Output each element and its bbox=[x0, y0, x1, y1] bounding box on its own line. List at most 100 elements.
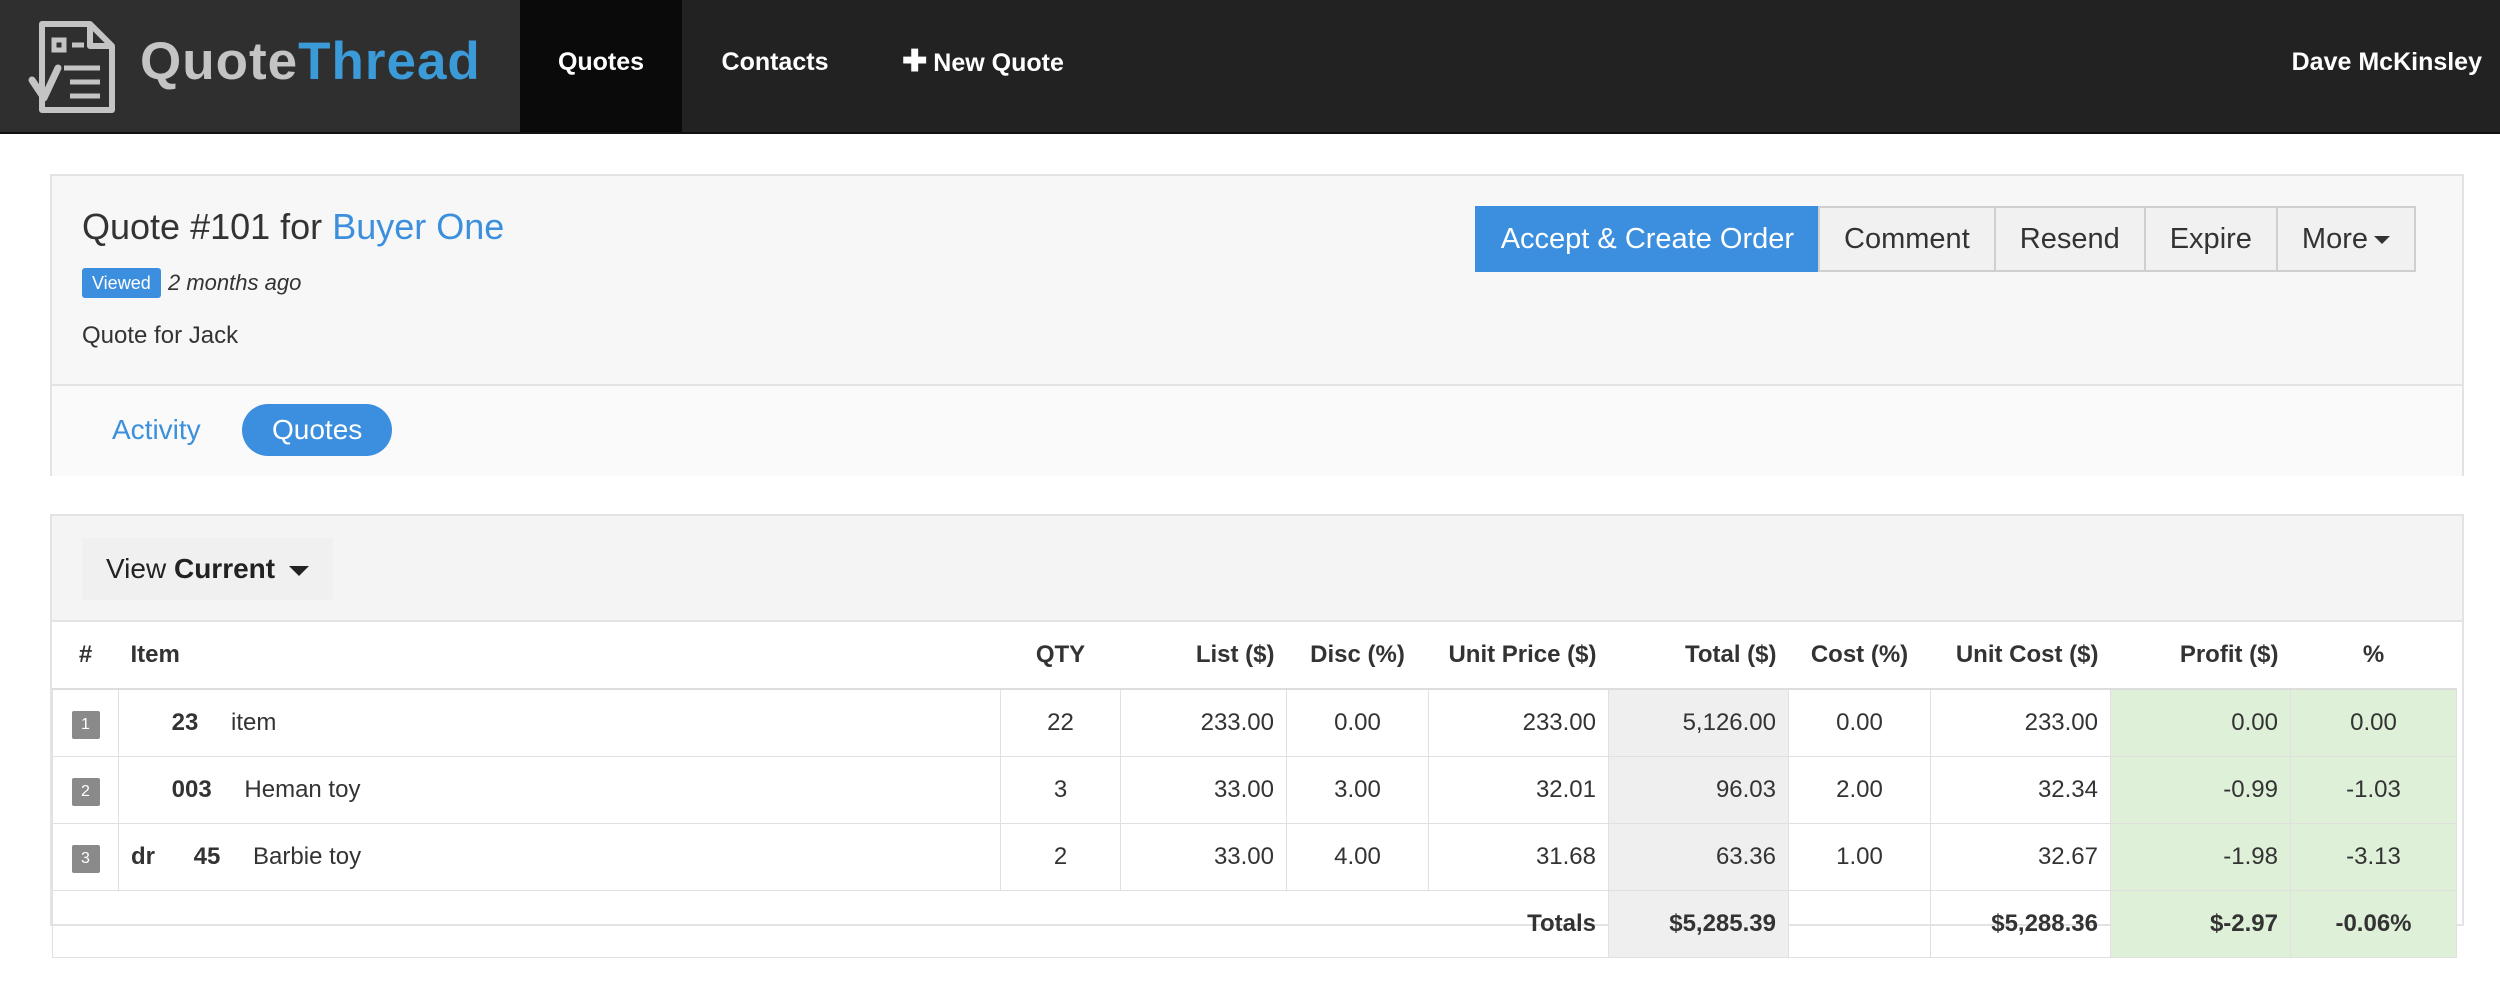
totals-profit: $-2.97 bbox=[2110, 890, 2291, 958]
col-header-unit-price: Unit Price ($) bbox=[1428, 622, 1609, 690]
table-row[interactable]: 1 23 item 22 233.00 0.00 233.00 5,126.00… bbox=[52, 688, 2457, 757]
col-header-total: Total ($) bbox=[1608, 622, 1789, 690]
profit-cell: 0.00 bbox=[2110, 688, 2291, 757]
col-header-qty: QTY bbox=[1000, 622, 1121, 690]
item-cell: 003 Heman toy bbox=[118, 756, 1001, 824]
disc-cell: 0.00 bbox=[1286, 688, 1429, 757]
profit-cell: -0.99 bbox=[2110, 756, 2291, 824]
nav-new-quote[interactable]: ✚ New Quote bbox=[868, 0, 1098, 132]
user-menu[interactable]: Dave McKinsley bbox=[2292, 0, 2482, 132]
quote-description: Quote for Jack bbox=[82, 322, 239, 349]
brand[interactable]: QuoteThread bbox=[0, 0, 520, 132]
col-header-list: List ($) bbox=[1120, 622, 1287, 690]
list-cell: 33.00 bbox=[1120, 756, 1287, 824]
item-code: 45 bbox=[193, 843, 221, 870]
line-items-panel: View Current # Item QTY List ($) Disc (%… bbox=[50, 514, 2464, 958]
profit-cell: -1.98 bbox=[2110, 823, 2291, 891]
view-value: Current bbox=[173, 553, 276, 584]
view-selector[interactable]: View Current bbox=[82, 538, 333, 600]
cost-cell: 1.00 bbox=[1788, 823, 1931, 891]
qty-cell: 22 bbox=[1000, 688, 1121, 757]
resend-button[interactable]: Resend bbox=[1993, 206, 2146, 272]
list-cell: 233.00 bbox=[1120, 688, 1287, 757]
unit-cost-cell: 233.00 bbox=[1930, 688, 2111, 757]
accept-create-order-button[interactable]: Accept & Create Order bbox=[1474, 206, 1821, 272]
row-number-badge: 2 bbox=[71, 777, 100, 806]
caret-down-icon bbox=[288, 565, 309, 576]
more-button-label: More bbox=[2301, 223, 2368, 255]
view-label: View bbox=[106, 553, 167, 584]
row-number-cell: 3 bbox=[52, 823, 119, 891]
totals-row: Totals $5,285.39 $5,288.36 $-2.97 -0.06% bbox=[52, 890, 2457, 958]
nav-contacts[interactable]: Contacts bbox=[682, 0, 868, 132]
caret-down-icon bbox=[2374, 236, 2390, 245]
buyer-link[interactable]: Buyer One bbox=[332, 206, 504, 247]
top-navbar: QuoteThread Quotes Contacts ✚ New Quote D… bbox=[0, 0, 2500, 134]
more-button[interactable]: More bbox=[2275, 206, 2416, 272]
percent-cell: -3.13 bbox=[2290, 823, 2457, 891]
item-cell: 23 item bbox=[118, 688, 1001, 757]
cost-cell: 2.00 bbox=[1788, 756, 1931, 824]
totals-label: Totals bbox=[52, 890, 1609, 958]
unit-price-cell: 32.01 bbox=[1428, 756, 1609, 824]
list-cell: 33.00 bbox=[1120, 823, 1287, 891]
col-header-item: Item bbox=[118, 622, 1001, 690]
quote-header-panel: Quote #101 for Buyer One Viewed 2 months… bbox=[50, 174, 2464, 476]
status-badge: Viewed bbox=[82, 268, 161, 298]
nav-quotes[interactable]: Quotes bbox=[520, 0, 682, 132]
total-cell: 5,126.00 bbox=[1608, 688, 1789, 757]
percent-cell: -1.03 bbox=[2290, 756, 2457, 824]
totals-total: $5,285.39 bbox=[1608, 890, 1789, 958]
row-number-badge: 1 bbox=[71, 710, 100, 739]
unit-price-cell: 31.68 bbox=[1428, 823, 1609, 891]
item-name: Heman toy bbox=[244, 776, 361, 803]
col-header-profit: Profit ($) bbox=[2110, 622, 2291, 690]
table-row[interactable]: 3 dr 45 Barbie toy 2 33.00 4.00 31.68 63… bbox=[52, 823, 2457, 891]
percent-cell: 0.00 bbox=[2290, 688, 2457, 757]
quote-title-prefix: Quote #101 for bbox=[82, 206, 323, 247]
disc-cell: 3.00 bbox=[1286, 756, 1429, 824]
item-code: 23 bbox=[171, 709, 199, 736]
qty-cell: 2 bbox=[1000, 823, 1121, 891]
row-number-cell: 1 bbox=[52, 688, 119, 757]
quote-timestamp: 2 months ago bbox=[168, 270, 302, 295]
tab-activity[interactable]: Activity bbox=[112, 404, 201, 456]
view-bar: View Current bbox=[52, 516, 2462, 622]
item-name: Barbie toy bbox=[253, 843, 362, 870]
item-name: item bbox=[231, 709, 277, 736]
table-header-row: # Item QTY List ($) Disc (%) Unit Price … bbox=[52, 622, 2457, 690]
col-header-percent: % bbox=[2290, 622, 2457, 690]
tabs-bar: Activity Quotes bbox=[52, 384, 2462, 476]
col-header-number: # bbox=[52, 622, 119, 690]
unit-cost-cell: 32.34 bbox=[1930, 756, 2111, 824]
qty-cell: 3 bbox=[1000, 756, 1121, 824]
brand-name-part1: Quote bbox=[140, 32, 299, 91]
table-row[interactable]: 2 003 Heman toy 3 33.00 3.00 32.01 96.03… bbox=[52, 756, 2457, 824]
col-header-unit-cost: Unit Cost ($) bbox=[1930, 622, 2111, 690]
quote-actions: Accept & Create Order Comment Resend Exp… bbox=[1474, 206, 2416, 272]
col-header-disc: Disc (%) bbox=[1286, 622, 1429, 690]
disc-cell: 4.00 bbox=[1286, 823, 1429, 891]
totals-percent: -0.06% bbox=[2290, 890, 2457, 958]
totals-cost-empty bbox=[1788, 890, 1931, 958]
plus-icon: ✚ bbox=[902, 45, 928, 78]
item-cell: dr 45 Barbie toy bbox=[118, 823, 1001, 891]
quote-title: Quote #101 for Buyer One bbox=[82, 202, 504, 252]
comment-button[interactable]: Comment bbox=[1818, 206, 1996, 272]
expire-button[interactable]: Expire bbox=[2143, 206, 2278, 272]
totals-unit-cost: $5,288.36 bbox=[1930, 890, 2111, 958]
row-number-cell: 2 bbox=[52, 756, 119, 824]
nav-new-quote-label: New Quote bbox=[933, 49, 1064, 77]
total-cell: 96.03 bbox=[1608, 756, 1789, 824]
tab-quotes[interactable]: Quotes bbox=[242, 404, 393, 456]
brand-name: QuoteThread bbox=[140, 30, 481, 94]
row-number-badge: 3 bbox=[71, 844, 100, 873]
total-cell: 63.36 bbox=[1608, 823, 1789, 891]
unit-cost-cell: 32.67 bbox=[1930, 823, 2111, 891]
item-code: 003 bbox=[171, 776, 212, 803]
quote-document-icon bbox=[28, 21, 115, 113]
item-prefix: dr bbox=[131, 843, 155, 870]
cost-cell: 0.00 bbox=[1788, 688, 1931, 757]
line-items-table: # Item QTY List ($) Disc (%) Unit Price … bbox=[52, 622, 2457, 958]
col-header-cost: Cost (%) bbox=[1788, 622, 1931, 690]
